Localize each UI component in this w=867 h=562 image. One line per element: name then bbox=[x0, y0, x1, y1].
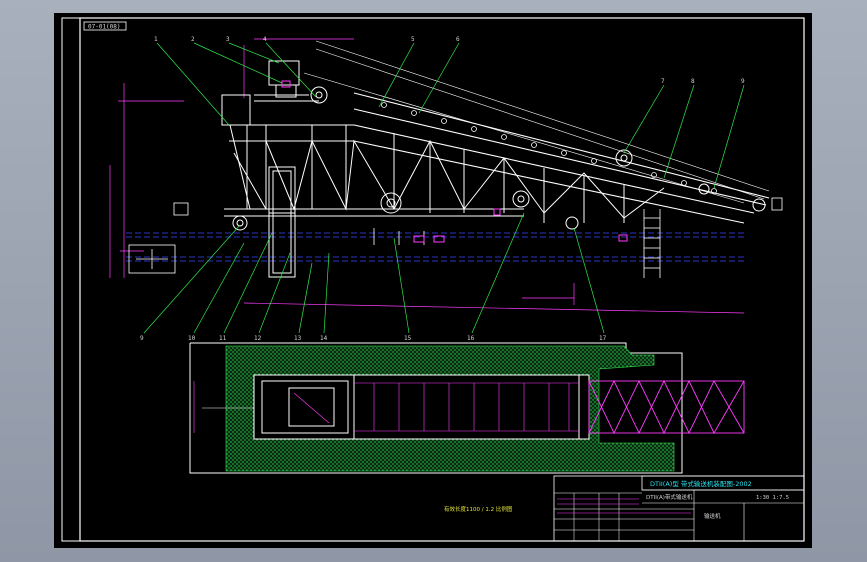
title-block: DTII(A)型 带式输送机装配图-2002 DTII(A)带式输送机 1:30… bbox=[553, 475, 805, 542]
title-line: DTII(A)型 带式输送机装配图-2002 bbox=[650, 479, 752, 488]
callout-b3: 11 bbox=[219, 335, 227, 342]
callout-6: 6 bbox=[456, 36, 460, 43]
drawing-number: DTII(A)带式输送机 bbox=[646, 493, 693, 501]
drawing-sheet: 07-01(08) 1 2 3 4 5 6 7 8 9 9 10 11 12 1… bbox=[54, 13, 812, 548]
callout-b8: 16 bbox=[467, 335, 475, 342]
callout-2: 2 bbox=[191, 36, 195, 43]
ladder bbox=[643, 209, 661, 278]
callout-b6: 14 bbox=[320, 335, 328, 342]
callout-b2: 10 bbox=[188, 335, 196, 342]
callout-b1: 9 bbox=[140, 335, 144, 342]
assembly-drawing: 07-01(08) 1 2 3 4 5 6 7 8 9 9 10 11 12 1… bbox=[61, 17, 805, 542]
callouts: 1 2 3 4 5 6 7 8 9 9 10 11 12 13 14 15 16… bbox=[140, 36, 745, 342]
plan-view bbox=[189, 342, 745, 474]
callout-4: 4 bbox=[263, 36, 267, 43]
scale-note: 1:30 1:7.5 bbox=[756, 495, 789, 501]
cad-viewport[interactable]: 07-01(08) 1 2 3 4 5 6 7 8 9 9 10 11 12 1… bbox=[0, 0, 867, 562]
sheet-code-box: 07-01(08) bbox=[83, 21, 127, 31]
callout-b5: 13 bbox=[294, 335, 302, 342]
callout-b7: 15 bbox=[404, 335, 412, 342]
callout-b4: 12 bbox=[254, 335, 262, 342]
unit-name: 输送机 bbox=[704, 512, 721, 520]
callout-8: 8 bbox=[691, 78, 695, 85]
drive-unit bbox=[221, 60, 328, 126]
pulleys bbox=[232, 149, 766, 231]
sheet-code: 07-01(08) bbox=[88, 24, 121, 31]
elevation-view: 1 2 3 4 5 6 7 8 9 9 10 11 12 13 14 15 16… bbox=[109, 36, 783, 342]
callout-b9: 17 bbox=[599, 335, 607, 342]
drawing-note: 有效长度1100 / 1.2 比例图 bbox=[444, 505, 513, 513]
callout-7: 7 bbox=[661, 78, 665, 85]
callout-5: 5 bbox=[411, 36, 415, 43]
callout-3: 3 bbox=[226, 36, 230, 43]
callout-1: 1 bbox=[154, 36, 158, 43]
chute bbox=[268, 166, 296, 278]
callout-9: 9 bbox=[741, 78, 745, 85]
